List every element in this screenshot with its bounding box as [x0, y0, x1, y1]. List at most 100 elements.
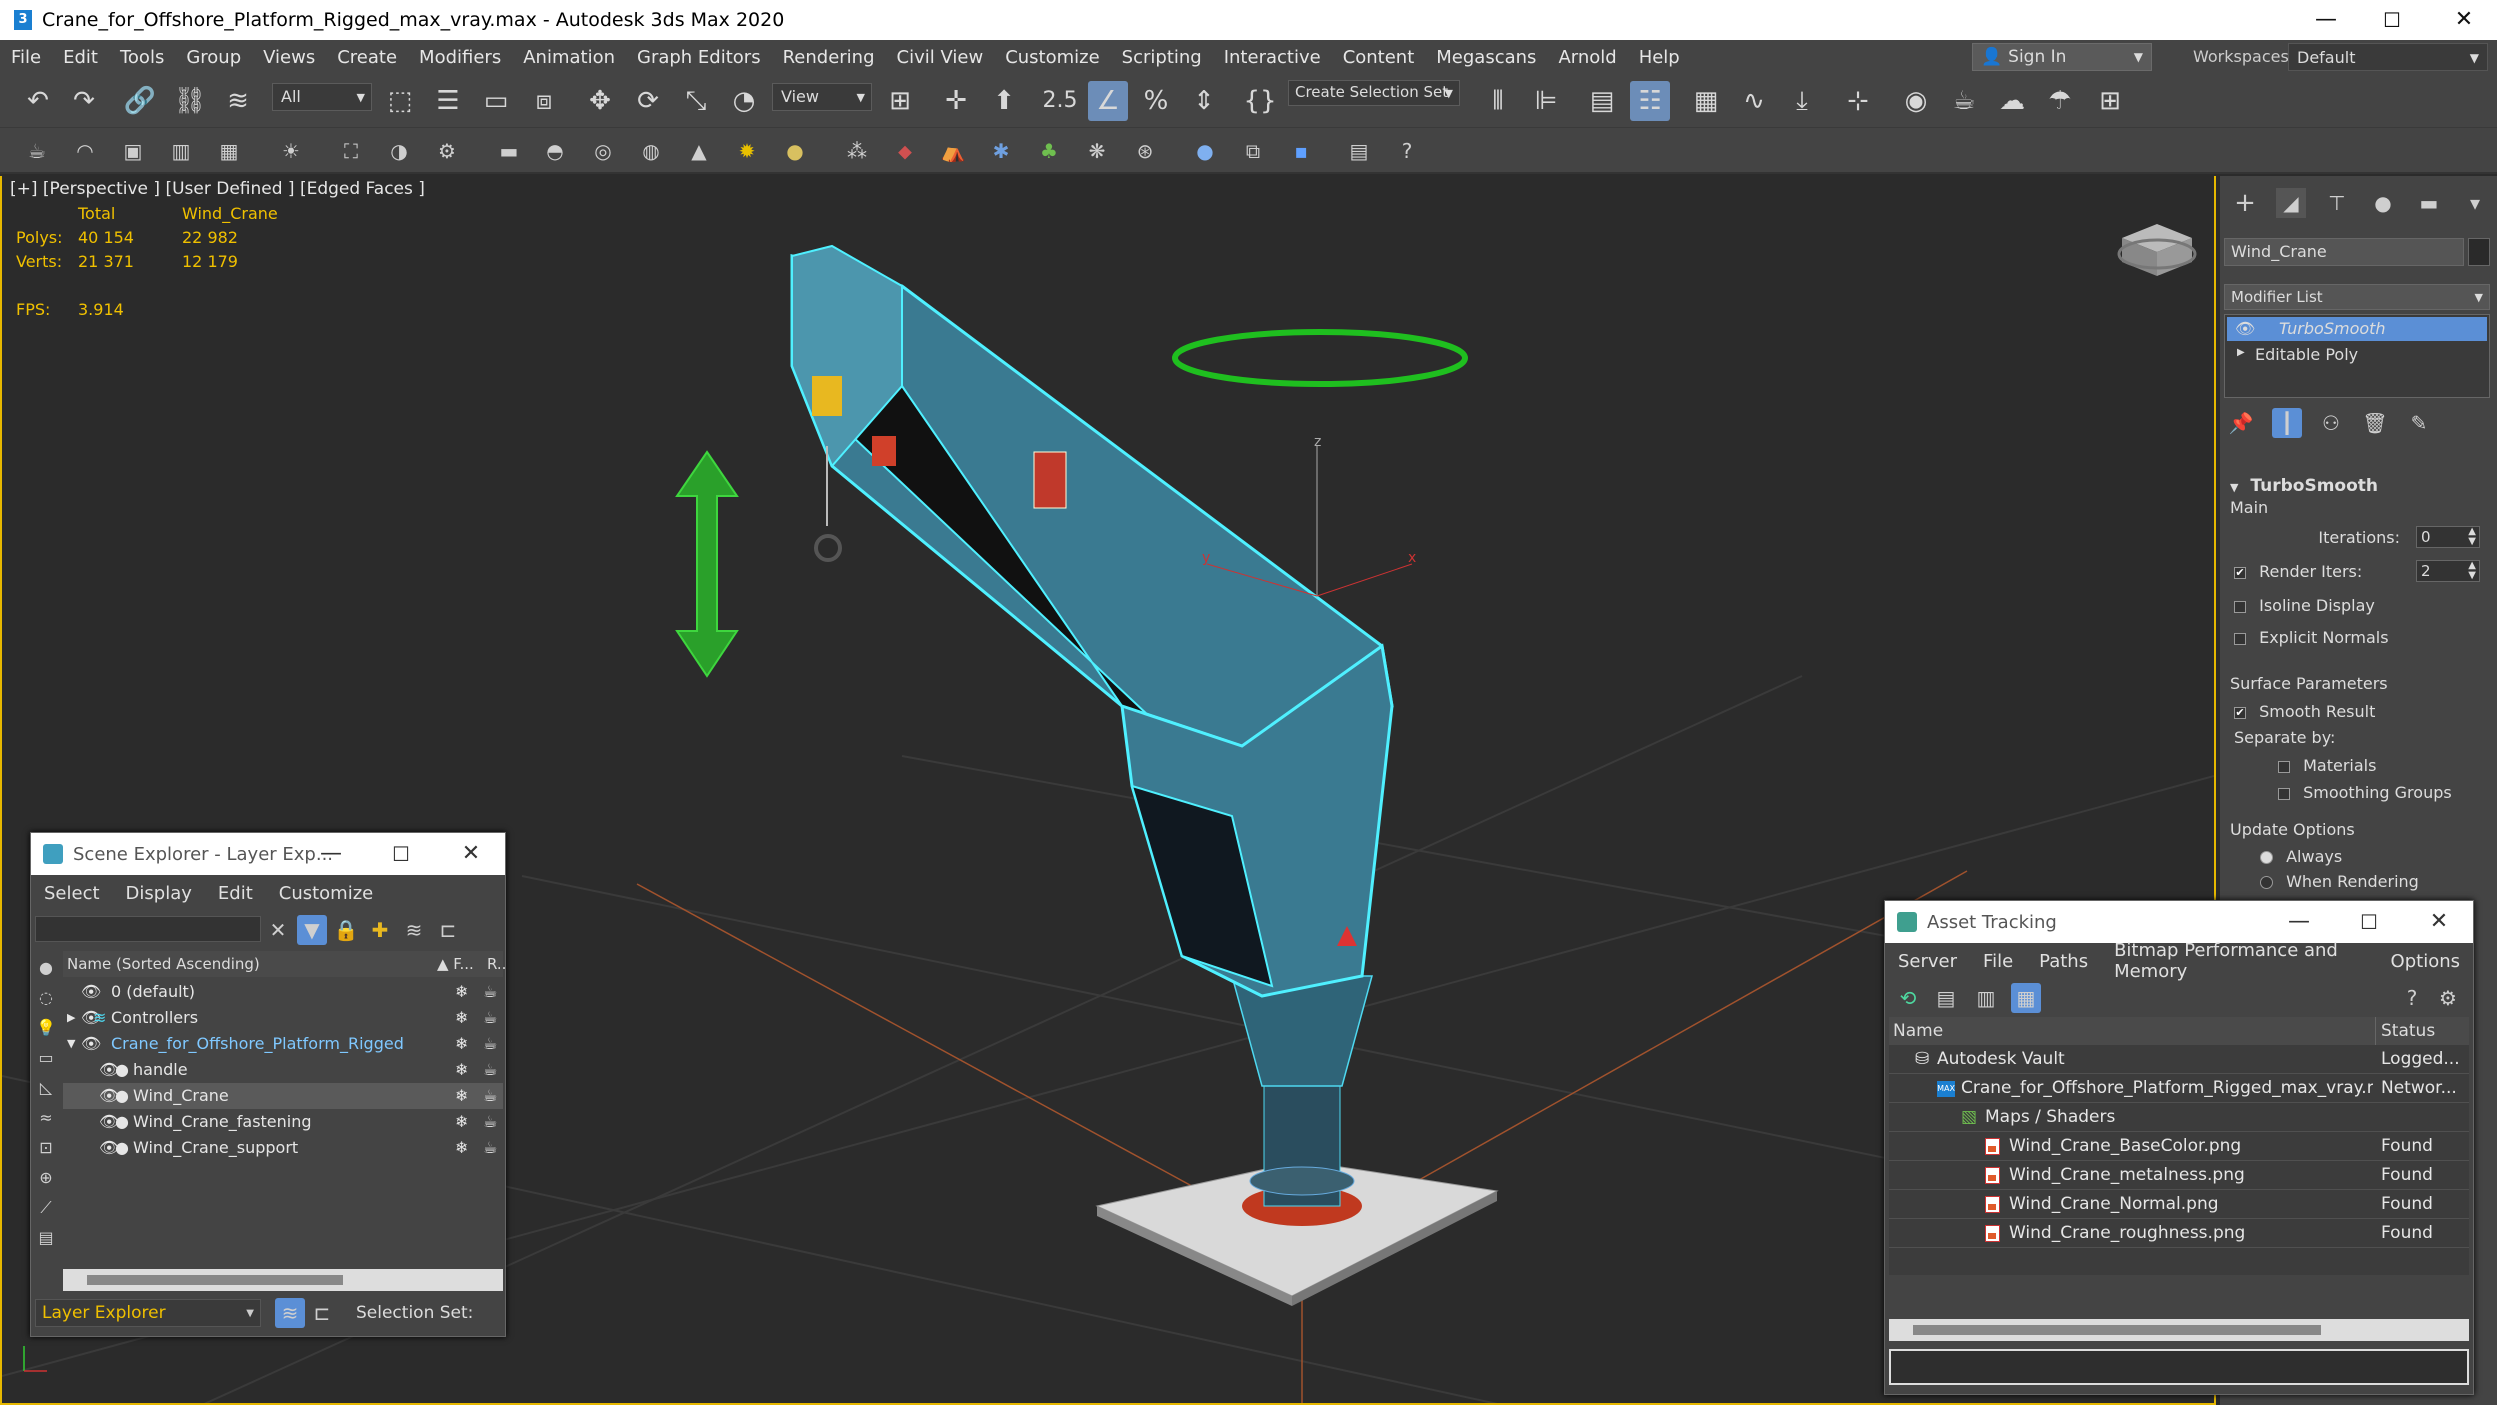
- keyboard-shortcut-icon[interactable]: ⬆: [984, 81, 1024, 121]
- select-manipulate-icon[interactable]: ✛: [936, 81, 976, 121]
- menu-interactive[interactable]: Interactive: [1213, 47, 1332, 68]
- freeze-icon[interactable]: ❄: [455, 1057, 468, 1083]
- clear-search-icon[interactable]: ✕: [263, 915, 293, 945]
- menu-rendering[interactable]: Rendering: [772, 47, 886, 68]
- asset-path-field[interactable]: [1889, 1349, 2469, 1385]
- render-teapot-icon[interactable]: ☕: [483, 1083, 497, 1109]
- layers-icon[interactable]: ≋: [399, 915, 429, 945]
- col-renderable-header[interactable]: R...: [487, 951, 505, 977]
- asset-row-roughness[interactable]: Wind_Crane_roughness.png Found: [1889, 1219, 2469, 1248]
- select-object-icon[interactable]: ⬚: [380, 81, 420, 121]
- maximize-icon[interactable]: ☐: [2339, 901, 2399, 943]
- book-icon[interactable]: ▤: [1344, 136, 1374, 166]
- fur-icon[interactable]: ⁂: [842, 136, 872, 166]
- refresh-icon[interactable]: ⟲: [1893, 983, 1923, 1013]
- proxy-icon[interactable]: ⬥: [890, 136, 920, 166]
- box-icon[interactable]: ▣: [118, 136, 148, 166]
- explorer-type-dropdown[interactable]: Layer Explorer ▼: [35, 1299, 261, 1327]
- modify-tab-icon[interactable]: ◢: [2276, 188, 2306, 218]
- tree-row-default-layer[interactable]: 👁 0 (default) ❄ ☕: [63, 979, 503, 1005]
- minimize-icon[interactable]: —: [301, 833, 361, 875]
- plane-icon[interactable]: ▬: [494, 136, 524, 166]
- freeze-icon[interactable]: ❄: [455, 979, 468, 1005]
- eye-icon[interactable]: 👁: [81, 1031, 101, 1057]
- fx-icon[interactable]: ⊛: [1130, 136, 1160, 166]
- render-teapot-icon[interactable]: ☕: [483, 1135, 497, 1161]
- pin-stack-icon[interactable]: 📌: [2226, 408, 2256, 438]
- chevron-right-icon[interactable]: ▶: [67, 1005, 75, 1031]
- select-by-name-icon[interactable]: ☰: [428, 81, 468, 121]
- render-teapot-icon[interactable]: ☕: [483, 1057, 497, 1083]
- menu-help[interactable]: Help: [1628, 47, 1691, 68]
- smooth-result-checkbox[interactable]: ✔ Smooth Result: [2234, 702, 2492, 721]
- render-teapot-icon[interactable]: ☕: [483, 1005, 497, 1031]
- render-teapot-icon[interactable]: ☕: [483, 1031, 497, 1057]
- cone-icon[interactable]: ▲: [684, 136, 714, 166]
- display-xrefs-icon[interactable]: ⊕: [31, 1163, 61, 1193]
- freeze-icon[interactable]: ❄: [455, 1109, 468, 1135]
- menu-group[interactable]: Group: [175, 47, 252, 68]
- redo-icon[interactable]: ↷: [64, 81, 104, 121]
- render-teapot-icon[interactable]: ☕: [483, 1109, 497, 1135]
- se-menu-customize[interactable]: Customize: [266, 883, 386, 904]
- align-icon[interactable]: ⊫: [1526, 81, 1566, 121]
- freeze-icon[interactable]: ❄: [455, 1135, 468, 1161]
- tent-icon[interactable]: ⛺: [938, 136, 968, 166]
- minimize-icon[interactable]: —: [2294, 0, 2358, 40]
- hierarchy-icon[interactable]: ⊏: [433, 915, 463, 945]
- freeze-icon[interactable]: ❄: [455, 1005, 468, 1031]
- bind-space-warp-icon[interactable]: ≋: [218, 81, 258, 121]
- render-setup-icon[interactable]: ☕: [1944, 81, 1984, 121]
- menu-customize[interactable]: Customize: [994, 47, 1110, 68]
- at-menu-bitmap-performance[interactable]: Bitmap Performance and Memory: [2101, 940, 2377, 982]
- lock-icon[interactable]: 🔒: [331, 915, 361, 945]
- teapot-icon[interactable]: ☕: [22, 136, 52, 166]
- move-icon[interactable]: ✥: [580, 81, 620, 121]
- angle-snap-icon[interactable]: ∠: [1088, 81, 1128, 121]
- menu-edit[interactable]: Edit: [52, 47, 109, 68]
- menu-content[interactable]: Content: [1332, 47, 1426, 68]
- list-view-icon[interactable]: ▤: [1931, 983, 1961, 1013]
- display-helpers-icon[interactable]: ◺: [31, 1073, 61, 1103]
- hierarchy-toggle-icon[interactable]: ⊏: [307, 1298, 337, 1328]
- display-cameras-icon[interactable]: ▭: [31, 1043, 61, 1073]
- show-end-result-icon[interactable]: ┃: [2272, 408, 2302, 438]
- material-editor-icon[interactable]: ◉: [1896, 81, 1936, 121]
- menu-create[interactable]: Create: [326, 47, 408, 68]
- sign-in-button[interactable]: 👤 Sign In ▼: [1972, 43, 2152, 71]
- asset-row-normal[interactable]: Wind_Crane_Normal.png Found: [1889, 1190, 2469, 1219]
- link-icon[interactable]: 🔗: [120, 81, 160, 121]
- render-teapot-icon[interactable]: ☕: [483, 979, 497, 1005]
- modifier-list-dropdown[interactable]: Modifier List ▼: [2224, 284, 2490, 310]
- render-in-cloud-icon[interactable]: ⊞: [2090, 81, 2130, 121]
- eye-icon[interactable]: 👁: [81, 979, 101, 1005]
- menu-views[interactable]: Views: [252, 47, 326, 68]
- close-icon[interactable]: ✕: [2432, 0, 2496, 40]
- orb-icon[interactable]: ●: [780, 136, 810, 166]
- place-icon[interactable]: ◔: [724, 81, 764, 121]
- tree-row-crane-layer[interactable]: ▼ 👁 Crane_for_Offshore_Platform_Rigged ❄…: [63, 1031, 503, 1057]
- at-menu-file[interactable]: File: [1970, 951, 2026, 972]
- hierarchy-tab-icon[interactable]: ⊤: [2322, 188, 2352, 218]
- render-production-icon[interactable]: ☂: [2040, 81, 2080, 121]
- col-name-header[interactable]: Name: [1893, 1017, 1943, 1045]
- display-spacewarps-icon[interactable]: ≈: [31, 1103, 61, 1133]
- chevron-right-icon[interactable]: ▶: [2237, 347, 2245, 358]
- scene-explorer-toggle-icon[interactable]: ▤: [1582, 81, 1622, 121]
- tree-row-wind-crane[interactable]: 👁 ● Wind_Crane ❄ ☕: [63, 1083, 503, 1109]
- material-ball-icon[interactable]: ●: [1190, 136, 1220, 166]
- ribbon-toggle-icon[interactable]: ▦: [1686, 81, 1726, 121]
- display-bones-icon[interactable]: ⟋: [31, 1193, 61, 1223]
- helper-icon[interactable]: ⚙: [432, 136, 462, 166]
- col-status-header[interactable]: Status: [2381, 1017, 2435, 1045]
- sun-icon[interactable]: ✹: [732, 136, 762, 166]
- reference-coordinate-dropdown[interactable]: View ▼: [772, 83, 872, 111]
- detail-view-icon[interactable]: ▥: [1971, 983, 2001, 1013]
- settings-icon[interactable]: ⚙: [2433, 983, 2463, 1013]
- percent-snap-icon[interactable]: %: [1136, 81, 1176, 121]
- at-menu-paths[interactable]: Paths: [2026, 951, 2101, 972]
- schematic-view-icon[interactable]: ⊹: [1838, 81, 1878, 121]
- display-geometry-icon[interactable]: ●: [31, 953, 61, 983]
- rotate-ring-gizmo[interactable]: [1172, 329, 1468, 387]
- curve-editor-icon[interactable]: ∿: [1734, 81, 1774, 121]
